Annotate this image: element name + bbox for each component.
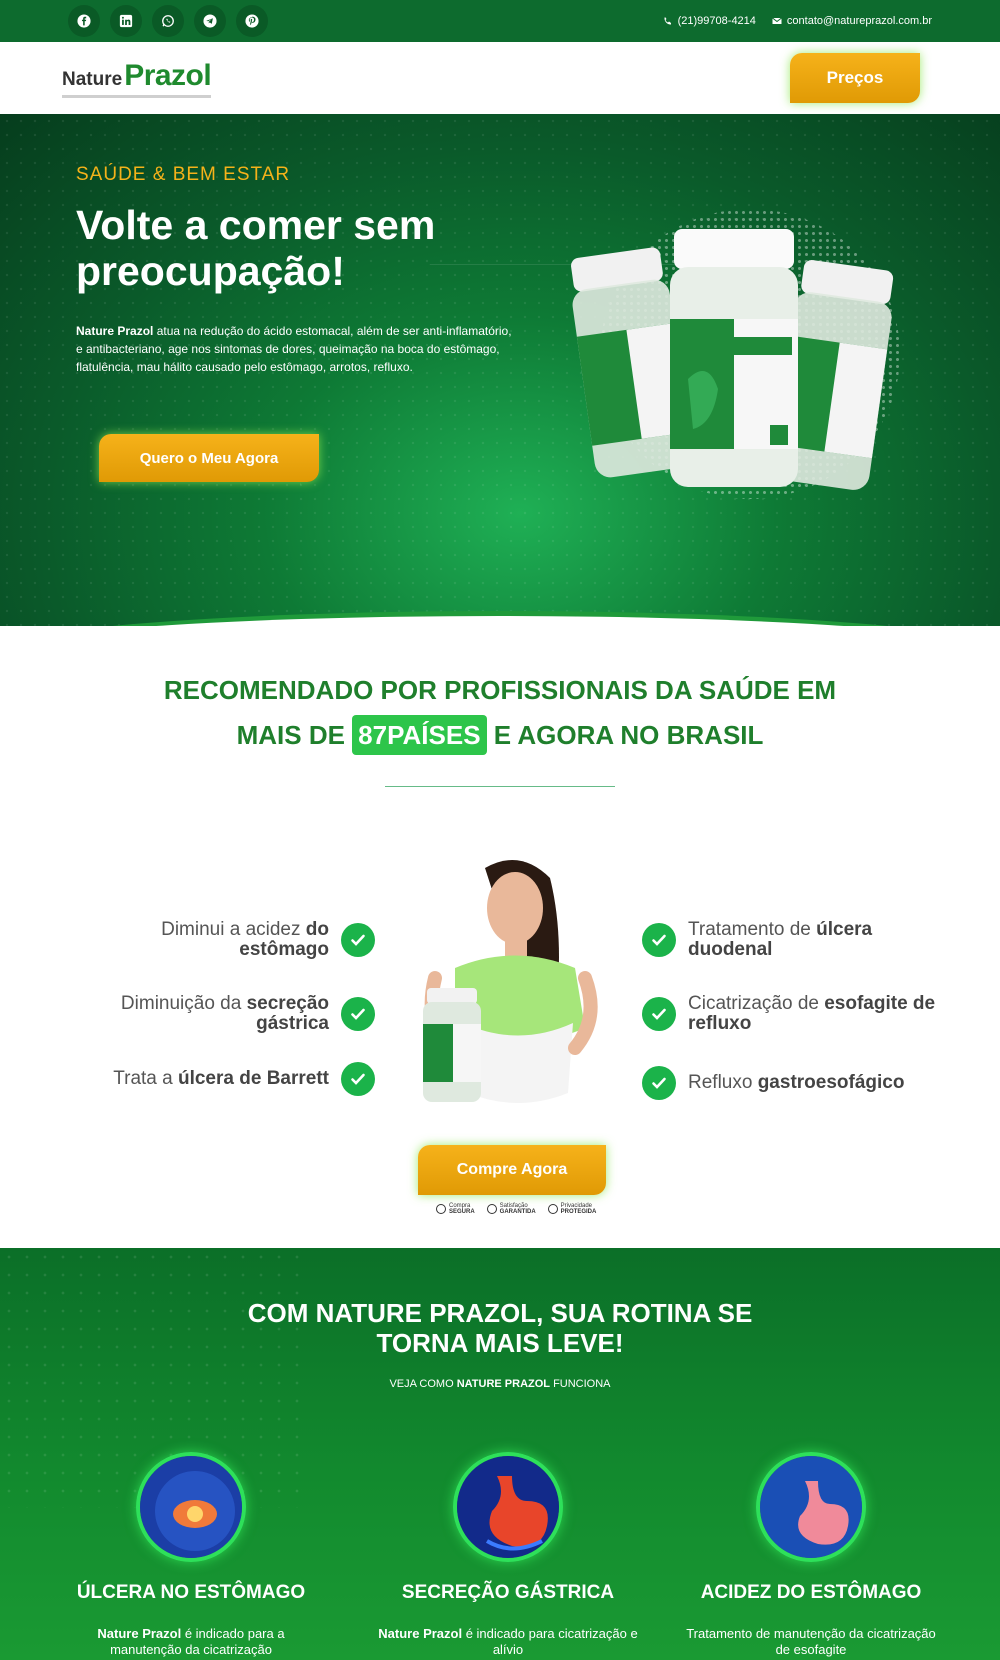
- site-header: Nature Prazol Preços: [0, 42, 1000, 114]
- stomach-ulcer-illustration: [136, 1452, 246, 1562]
- medal-icon: [486, 1204, 497, 1214]
- how-it-works-subtitle: VEJA COMO NATURE PRAZOL FUNCIONA: [389, 1378, 611, 1390]
- card-secrecao: SECREÇÃO GÁSTRICA Nature Prazol é indica…: [378, 1452, 638, 1658]
- card-text: Nature Prazol é indicado para a manutenç…: [97, 1626, 285, 1657]
- benefit-left-1: Diminui a acidez do estômago: [100, 920, 375, 960]
- logo-prefix: Nature: [62, 68, 123, 90]
- benefit-right-3: Refluxo gastroesofágico: [642, 1066, 942, 1100]
- secure-purchase-badge: Compra SEGURA: [436, 1203, 475, 1215]
- benefit-left-2: Diminuição da secreção gástrica: [100, 994, 375, 1034]
- stomach-acidity-illustration: [756, 1452, 866, 1562]
- benefit-text: Tratamento de: [688, 919, 817, 940]
- hero-description: Nature Prazol atua na redução do ácido e…: [76, 322, 516, 376]
- recommended-heading: RECOMENDADO POR PROFISSIONAIS DA SAÚDE E…: [100, 668, 900, 758]
- satisfaction-badge: Satisfação GARANTIDA: [486, 1203, 536, 1215]
- check-icon: [341, 923, 375, 957]
- linkedin-icon[interactable]: [110, 5, 142, 37]
- hero-title: Volte a comer sem preocupação!: [76, 202, 436, 294]
- whatsapp-icon[interactable]: [152, 5, 184, 37]
- hero-cta-button[interactable]: Quero o Meu Agora: [99, 434, 319, 482]
- benefit-right-1: Tratamento de úlcera duodenal: [642, 920, 942, 960]
- envelope-icon: [772, 17, 782, 24]
- card-title: ACIDEZ DO ESTÔMAGO: [700, 1582, 922, 1603]
- pinterest-icon[interactable]: [236, 5, 268, 37]
- benefit-text: Cicatrização de: [688, 993, 825, 1014]
- logo-main: Prazol: [124, 58, 212, 92]
- compre-agora-button[interactable]: Compre Agora: [418, 1145, 606, 1195]
- card-title: SECREÇÃO GÁSTRICA: [401, 1582, 615, 1603]
- benefit-left-3: Trata a úlcera de Barrett: [80, 1062, 375, 1096]
- check-icon: [642, 997, 676, 1031]
- email-contact[interactable]: contato@natureprazol.com.br: [772, 15, 932, 27]
- woman-holding-product-image: [415, 858, 615, 1120]
- card-text: Tratamento de manutenção da cicatrização…: [686, 1626, 936, 1657]
- privacy-badge: Privacidade PROTEGIDA: [547, 1203, 596, 1215]
- telegram-icon[interactable]: [194, 5, 226, 37]
- phone-contact[interactable]: (21)99708-4214: [663, 15, 756, 27]
- check-icon: [341, 997, 375, 1031]
- benefit-text: Trata a: [113, 1068, 178, 1089]
- site-logo[interactable]: Nature Prazol: [62, 58, 212, 98]
- email-address: contato@natureprazol.com.br: [786, 15, 932, 27]
- benefit-bold: úlcera de Barrett: [177, 1068, 329, 1089]
- recommended-line-2: MAIS DE 87PAÍSES E AGORA NO BRASIL: [100, 713, 900, 758]
- top-bar: (21)99708-4214 contato@natureprazol.com.…: [0, 0, 1000, 42]
- lock-icon: [436, 1204, 446, 1214]
- trust-badges: Compra SEGURA Satisfação GARANTIDA Privaci…: [436, 1203, 596, 1215]
- social-links: [68, 5, 268, 37]
- check-icon: [642, 1066, 676, 1100]
- hero-brand-name: Nature Prazol: [76, 324, 154, 338]
- card-text: Nature Prazol é indicado para cicatrizaç…: [378, 1626, 638, 1657]
- section-divider: [385, 786, 615, 787]
- hero-section: SAÚDE & BEM ESTAR Volte a comer sem preo…: [0, 114, 1000, 626]
- gastric-secretion-illustration: [453, 1452, 563, 1562]
- product-bottles-image: [560, 209, 920, 499]
- benefit-text: Diminuição da: [120, 993, 247, 1014]
- phone-icon: [664, 17, 671, 25]
- precos-button[interactable]: Preços: [790, 53, 920, 103]
- shield-icon: [547, 1204, 558, 1214]
- benefit-bold: secreção gástrica: [246, 993, 329, 1034]
- card-acidez: ACIDEZ DO ESTÔMAGO Tratamento de manuten…: [681, 1452, 941, 1658]
- benefit-bold: gastroesofágico: [757, 1072, 905, 1093]
- phone-number: (21)99708-4214: [677, 15, 756, 27]
- recommended-suffix: E AGORA NO BRASIL: [486, 720, 764, 750]
- recommended-prefix: MAIS DE: [236, 720, 353, 750]
- benefit-text: Diminui a acidez: [161, 919, 306, 940]
- check-icon: [642, 923, 676, 957]
- how-it-works-title: COM NATURE PRAZOL, SUA ROTINA SE TORNA M…: [247, 1298, 753, 1358]
- benefit-right-2: Cicatrização de esofagite de refluxo: [642, 994, 942, 1034]
- check-icon: [341, 1062, 375, 1096]
- card-title: ÚLCERA NO ESTÔMAGO: [76, 1582, 306, 1603]
- countries-highlight: 87PAÍSES: [352, 715, 487, 755]
- hero-kicker: SAÚDE & BEM ESTAR: [76, 164, 291, 185]
- card-ulcera: ÚLCERA NO ESTÔMAGO Nature Prazol é indic…: [61, 1452, 321, 1658]
- recommended-line-1: RECOMENDADO POR PROFISSIONAIS DA SAÚDE E…: [163, 675, 837, 705]
- facebook-icon[interactable]: [68, 5, 100, 37]
- how-it-works-section: COM NATURE PRAZOL, SUA ROTINA SE TORNA M…: [0, 1248, 1000, 1660]
- contact-info: (21)99708-4214 contato@natureprazol.com.…: [663, 15, 932, 27]
- benefit-text: Refluxo: [688, 1072, 758, 1093]
